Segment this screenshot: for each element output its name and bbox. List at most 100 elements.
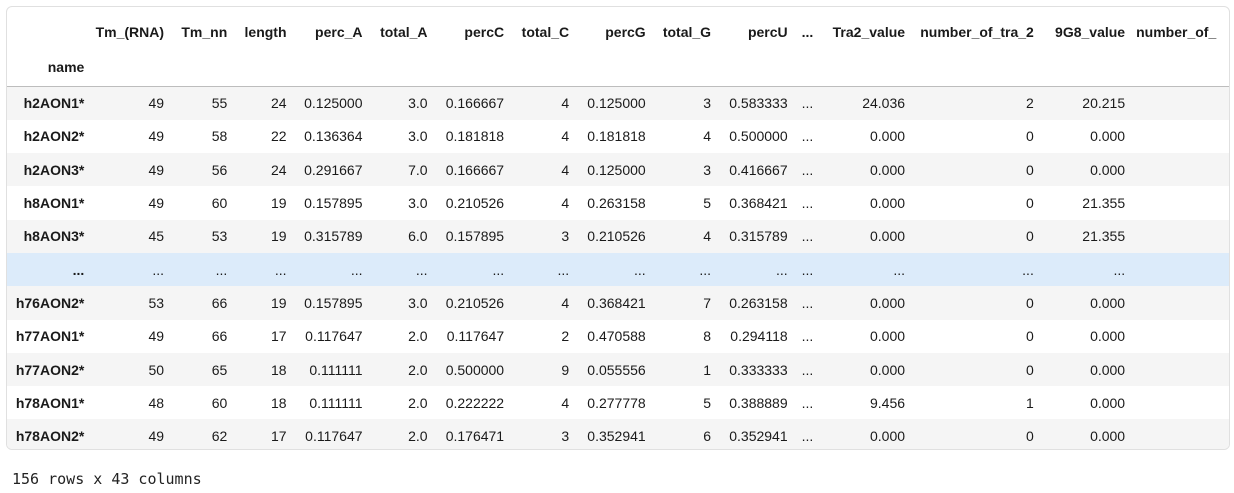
table-cell: 21.355 <box>1082 228 1126 245</box>
table-cell: 0.000 <box>870 228 906 245</box>
table-cell: 0.055556 <box>587 361 646 378</box>
ellipsis-cell: ... <box>801 195 814 212</box>
table-cell: 0.352941 <box>729 428 788 445</box>
table-cell: 0.470588 <box>587 328 646 345</box>
table-cell: 0.117647 <box>305 328 363 345</box>
table-cell: 0.000 <box>870 428 906 445</box>
table-cell: 0.125000 <box>304 95 363 112</box>
table-cell: 65 <box>211 361 228 378</box>
table-cell: 0.000 <box>870 128 906 145</box>
table-cell: 0.263158 <box>587 195 646 212</box>
row-index-label: h2AON3* <box>23 161 85 178</box>
row-index-label: h2AON2* <box>23 128 85 145</box>
table-cell: 7 <box>703 294 712 311</box>
column-header: number_of_ <box>1136 24 1217 40</box>
table-cell: 24.036 <box>862 95 906 112</box>
table-cell: 17 <box>270 428 287 445</box>
column-header: percU <box>747 24 788 40</box>
table-cell: 55 <box>211 95 228 112</box>
column-header: length <box>244 24 287 40</box>
table-cell <box>1132 253 1229 286</box>
ellipsis-cell: ... <box>801 294 814 311</box>
table-cell: 3.0 <box>408 128 428 145</box>
table-cell: ... <box>274 261 287 278</box>
table-cell: 3.0 <box>408 294 428 311</box>
row-index-label: ... <box>72 261 85 278</box>
table-row: h78AON1* 48 60 18 0.111111 2.0 0.222222 4 0.2777… <box>7 386 1229 420</box>
table-row: h77AON1* 49 66 17 0.117647 2.0 0.117647 2 0.4705… <box>7 319 1229 353</box>
ellipsis-cell: ... <box>801 428 814 445</box>
table-cell: ... <box>492 261 505 278</box>
table-cell: 4 <box>561 161 570 178</box>
row-index-label: h78AON1* <box>15 394 85 411</box>
table-cell: 0.315789 <box>729 228 788 245</box>
table-cell: 49 <box>148 128 165 145</box>
table-cell: ... <box>350 261 363 278</box>
column-header-row: Tm_(RNA) Tm_nn length perc_A total_A per… <box>7 7 1229 57</box>
table-cell: 0.000 <box>870 328 906 345</box>
table-cell: 0.000 <box>1090 161 1126 178</box>
table-cell: 19 <box>270 228 287 245</box>
table-cell: 0.000 <box>870 195 906 212</box>
table-cell: 0 <box>1026 294 1034 311</box>
table-cell: 20.215 <box>1082 95 1126 112</box>
column-header: percG <box>605 24 646 40</box>
row-index-label: h76AON2* <box>15 294 85 311</box>
ellipsis-cell: ... <box>801 394 814 411</box>
table-row: h77AON2* 50 65 18 0.111111 2.0 0.500000 9 0.0555… <box>7 352 1229 387</box>
column-header: number_of_tra_2 <box>920 24 1034 40</box>
column-header: total_G <box>662 24 712 40</box>
table-cell <box>1132 120 1229 153</box>
table-cell: 0 <box>1026 195 1034 212</box>
table-cell: 17 <box>270 328 287 345</box>
table-cell: 66 <box>211 294 228 311</box>
table-cell: 0.291667 <box>304 161 363 178</box>
table-cell <box>1132 386 1229 419</box>
table-cell: 0.000 <box>1090 394 1126 411</box>
table-cell: 3 <box>703 95 712 112</box>
table-cell: 0 <box>1026 228 1034 245</box>
table-cell: 7.0 <box>408 161 428 178</box>
table-cell: 22 <box>270 128 287 145</box>
table-cell: 49 <box>148 95 165 112</box>
table-cell: 49 <box>148 195 165 212</box>
table-cell: 4 <box>561 95 570 112</box>
ellipsis-row: ........................................… <box>7 252 1229 287</box>
table-cell: 24 <box>270 95 287 112</box>
table-cell: 21.355 <box>1082 195 1126 212</box>
table-cell: 45 <box>148 228 165 245</box>
table-cell: 4 <box>703 128 712 145</box>
table-cell: 0.210526 <box>587 228 646 245</box>
table-cell: 0.583333 <box>729 95 788 112</box>
column-header: Tm_(RNA) <box>95 24 165 40</box>
table-cell: 0.181818 <box>587 128 646 145</box>
table-cell: 0.294118 <box>730 328 788 345</box>
table-cell: 4 <box>561 394 570 411</box>
table-cell: 0.000 <box>1090 428 1126 445</box>
ellipsis-cell: ... <box>801 361 814 378</box>
table-cell: 4 <box>703 228 712 245</box>
row-index-label: h77AON2* <box>15 361 85 378</box>
table-cell: 0.111111 <box>309 394 363 411</box>
table-cell: 0.117647 <box>446 328 505 345</box>
table-cell: 18 <box>270 394 287 411</box>
dataframe-output: Tm_(RNA) Tm_nn length perc_A total_A per… <box>6 6 1230 450</box>
table-cell: 2.0 <box>408 428 428 445</box>
table-cell: 0 <box>1026 128 1034 145</box>
row-index-label: h2AON1* <box>23 95 85 112</box>
row-index-label: h8AON1* <box>23 195 85 212</box>
table-cell: 0.157895 <box>445 228 505 245</box>
table-cell: 0.176471 <box>445 428 505 445</box>
table-cell: 2.0 <box>408 361 428 378</box>
column-header: percC <box>464 24 505 40</box>
table-cell: 58 <box>211 128 228 145</box>
column-header: Tra2_value <box>832 24 906 40</box>
table-cell: 56 <box>211 161 228 178</box>
table-cell: 5 <box>703 195 712 212</box>
table-cell <box>1132 353 1229 386</box>
table-cell: ... <box>893 261 906 278</box>
ellipsis-cell: ... <box>801 161 814 178</box>
table-cell: 5 <box>703 394 712 411</box>
table-cell: 3 <box>561 428 570 445</box>
table-cell: 0.125000 <box>587 161 646 178</box>
